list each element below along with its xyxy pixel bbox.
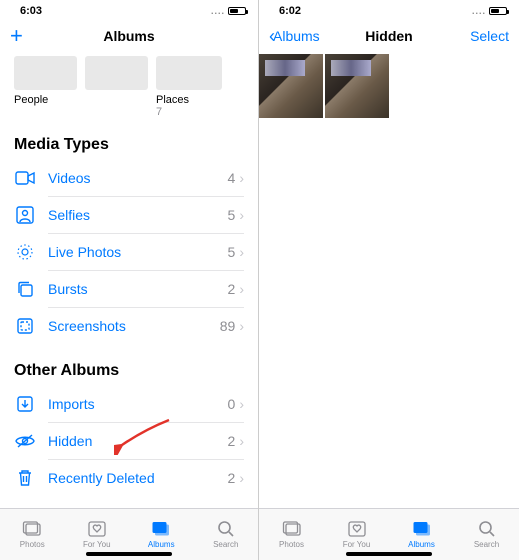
chevron-right-icon: ›: [239, 318, 244, 334]
tab-photos[interactable]: Photos: [259, 509, 324, 560]
row-label: Videos: [48, 170, 228, 186]
photo-thumbnail[interactable]: [325, 54, 389, 118]
row-label: Imports: [48, 396, 228, 412]
status-time: 6:03: [20, 5, 42, 17]
tab-search[interactable]: Search: [194, 509, 259, 560]
row-label: Bursts: [48, 281, 228, 297]
battery-icon: [489, 7, 507, 15]
chevron-right-icon: ›: [239, 433, 244, 449]
nav-title: Hidden: [365, 28, 412, 44]
row-label: Live Photos: [48, 244, 228, 260]
videos-icon: [14, 167, 36, 189]
nav-add-button[interactable]: +: [10, 23, 72, 49]
album-places[interactable]: Places 7: [156, 56, 222, 118]
search-tab-icon: [476, 520, 498, 538]
row-count: 2: [228, 281, 236, 297]
album-label: Places: [156, 94, 222, 106]
section-header-media-types: Media Types: [14, 136, 244, 154]
album-label: People: [14, 94, 148, 106]
chevron-right-icon: ›: [239, 396, 244, 412]
imports-icon: [14, 393, 36, 415]
tab-label: For You: [83, 540, 111, 549]
tab-search[interactable]: Search: [454, 509, 519, 560]
screen-hidden-album: 6:02 .... ‹ Albums Hidden Select: [259, 0, 519, 560]
row-imports[interactable]: Imports 0 ›: [14, 386, 244, 422]
albums-tab-icon: [150, 520, 172, 538]
row-count: 2: [228, 470, 236, 486]
chevron-right-icon: ›: [239, 244, 244, 260]
nav-action-label: Select: [470, 28, 509, 44]
nav-select-button[interactable]: Select: [447, 28, 509, 44]
album-thumbnail: [14, 56, 148, 90]
chevron-right-icon: ›: [239, 207, 244, 223]
row-screenshots[interactable]: Screenshots 89 ›: [14, 308, 244, 344]
photo-grid-body[interactable]: [259, 54, 519, 508]
row-hidden[interactable]: Hidden 2 ›: [14, 423, 244, 459]
tab-photos[interactable]: Photos: [0, 509, 65, 560]
status-bar: 6:02 ....: [259, 0, 519, 18]
section-header-other-albums: Other Albums: [14, 362, 244, 380]
photos-tab-icon: [281, 520, 303, 538]
row-count: 89: [220, 318, 236, 334]
foryou-tab-icon: [346, 520, 368, 538]
signal-dots: ....: [472, 6, 486, 16]
album-people[interactable]: People: [14, 56, 148, 118]
top-albums-row: People Places 7: [14, 56, 244, 118]
row-count: 5: [228, 207, 236, 223]
row-live-photos[interactable]: Live Photos 5 ›: [14, 234, 244, 270]
nav-back-button[interactable]: ‹ Albums: [269, 26, 331, 47]
status-bar: 6:03 ....: [0, 0, 258, 18]
row-videos[interactable]: Videos 4 ›: [14, 160, 244, 196]
photo-thumbnail[interactable]: [259, 54, 323, 118]
foryou-tab-icon: [86, 520, 108, 538]
nav-bar: ‹ Albums Hidden Select: [259, 18, 519, 54]
tab-label: Search: [474, 540, 499, 549]
row-label: Recently Deleted: [48, 470, 228, 486]
row-label: Selfies: [48, 207, 228, 223]
row-count: 4: [228, 170, 236, 186]
albums-tab-icon: [411, 520, 433, 538]
row-count: 2: [228, 433, 236, 449]
row-selfies[interactable]: Selfies 5 ›: [14, 197, 244, 233]
battery-icon: [228, 7, 246, 15]
row-count: 5: [228, 244, 236, 260]
nav-bar: + Albums: [0, 18, 258, 54]
photo-grid: [259, 54, 519, 118]
row-label: Hidden: [48, 433, 228, 449]
screen-albums-list: 6:03 .... + Albums People Places: [0, 0, 259, 560]
hidden-icon: [14, 430, 36, 452]
tab-label: For You: [343, 540, 371, 549]
scroll-body[interactable]: People Places 7 Media Types Videos 4 ›: [0, 54, 258, 508]
status-right: ....: [211, 6, 246, 16]
home-indicator[interactable]: [86, 552, 172, 556]
album-thumbnail: [156, 56, 222, 90]
selfies-icon: [14, 204, 36, 226]
album-count: 7: [156, 106, 222, 118]
search-tab-icon: [215, 520, 237, 538]
row-count: 0: [228, 396, 236, 412]
row-label: Screenshots: [48, 318, 220, 334]
nav-title: Albums: [103, 28, 154, 44]
tab-label: Albums: [408, 540, 435, 549]
plus-icon: +: [10, 23, 23, 49]
chevron-right-icon: ›: [239, 470, 244, 486]
tab-label: Photos: [20, 540, 45, 549]
tab-label: Search: [213, 540, 238, 549]
status-right: ....: [472, 6, 507, 16]
trash-icon: [14, 467, 36, 489]
bursts-icon: [14, 278, 36, 300]
livephotos-icon: [14, 241, 36, 263]
status-time: 6:02: [279, 5, 301, 17]
nav-back-label: Albums: [273, 28, 320, 44]
tab-label: Photos: [279, 540, 304, 549]
photos-tab-icon: [21, 520, 43, 538]
tab-label: Albums: [148, 540, 175, 549]
row-recently-deleted[interactable]: Recently Deleted 2 ›: [14, 460, 244, 496]
row-bursts[interactable]: Bursts 2 ›: [14, 271, 244, 307]
chevron-right-icon: ›: [239, 170, 244, 186]
home-indicator[interactable]: [346, 552, 432, 556]
signal-dots: ....: [211, 6, 225, 16]
chevron-right-icon: ›: [239, 281, 244, 297]
screenshots-icon: [14, 315, 36, 337]
